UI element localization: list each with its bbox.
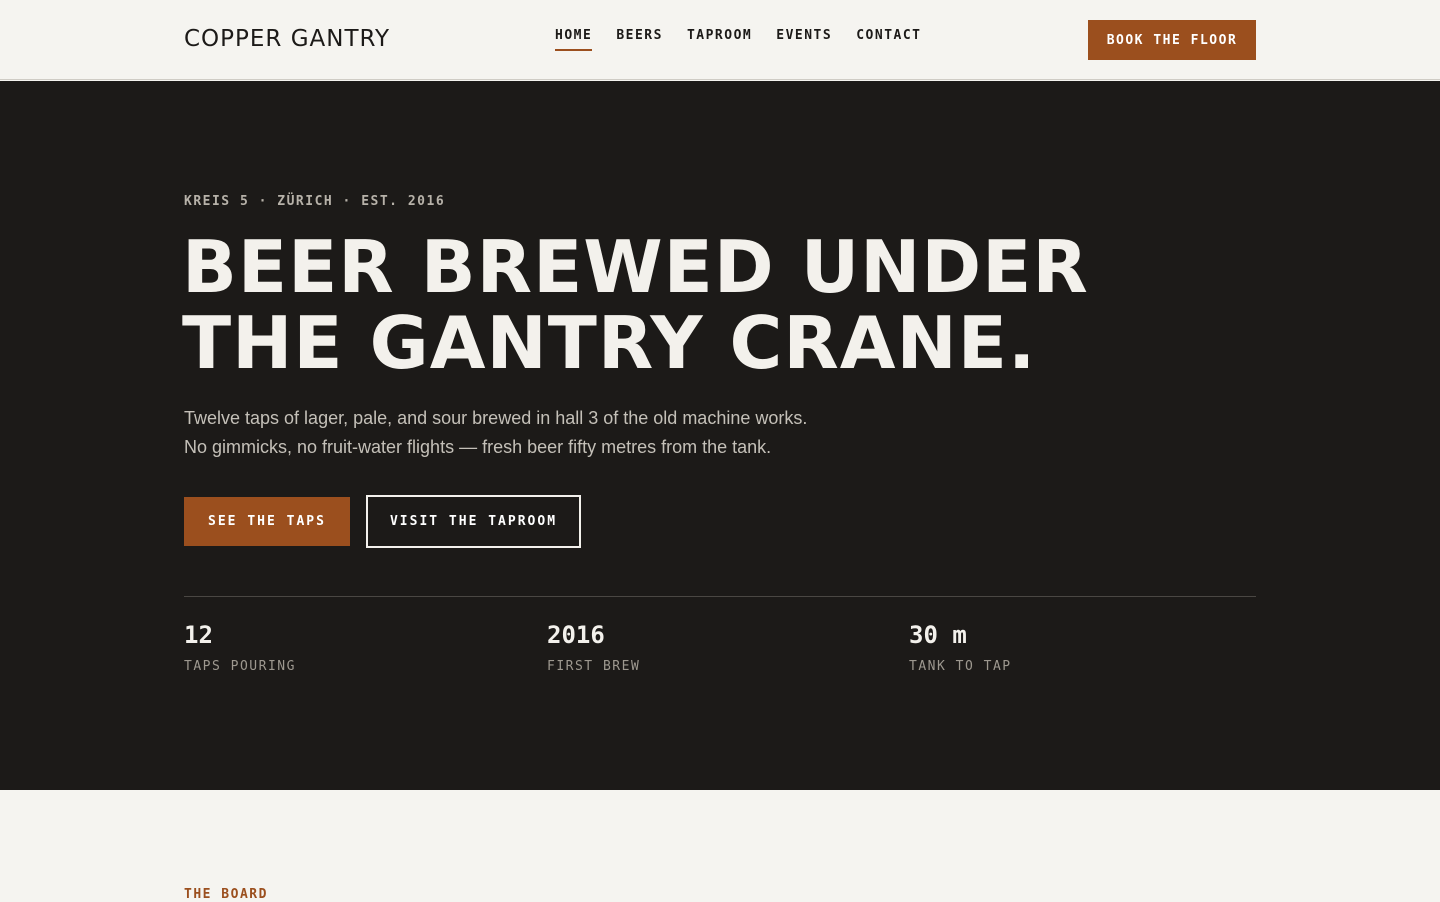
main-nav: HOME BEERS TAPROOM EVENTS CONTACT bbox=[555, 28, 922, 51]
stat-tank-to-tap: 30 m TANK TO TAP bbox=[909, 621, 1012, 674]
hero-headline-line-1: BEER BREWED UNDER bbox=[182, 225, 1089, 309]
see-the-taps-button[interactable]: SEE THE TAPS bbox=[184, 497, 350, 546]
stat-value: 30 m bbox=[909, 621, 967, 649]
site-logo[interactable]: COPPER GANTRY bbox=[184, 26, 390, 52]
nav-item-beers[interactable]: BEERS bbox=[616, 28, 663, 51]
stat-label: TAPS POURING bbox=[184, 659, 296, 674]
stat-value: 12 bbox=[184, 621, 213, 649]
stat-label: FIRST BREW bbox=[547, 659, 641, 674]
nav-item-taproom[interactable]: TAPROOM bbox=[687, 28, 752, 51]
stat-first-brew: 2016 FIRST BREW bbox=[547, 621, 640, 674]
nav-item-home[interactable]: HOME bbox=[555, 28, 593, 51]
site-header: COPPER GANTRY HOME BEERS TAPROOM EVENTS … bbox=[0, 0, 1440, 80]
hero-headline: BEER BREWED UNDER THE GANTRY CRANE. bbox=[182, 229, 1089, 381]
stat-taps-pouring: 12 TAPS POURING bbox=[184, 621, 296, 674]
nav-item-events[interactable]: EVENTS bbox=[776, 28, 832, 51]
hero-eyebrow: KREIS 5 · ZÜRICH · EST. 2016 bbox=[184, 194, 446, 209]
stat-label: TANK TO TAP bbox=[909, 659, 1012, 674]
hero-lede-line-2: No gimmicks, no fruit-water flights — fr… bbox=[184, 437, 772, 457]
stat-value: 2016 bbox=[547, 621, 605, 649]
stats-divider bbox=[184, 596, 1256, 597]
nav-item-contact[interactable]: CONTACT bbox=[856, 28, 921, 51]
book-the-floor-button[interactable]: BOOK THE FLOOR bbox=[1088, 20, 1256, 60]
hero-headline-line-2: THE GANTRY CRANE. bbox=[182, 301, 1037, 385]
hero-lede: Twelve taps of lager, pale, and sour bre… bbox=[184, 404, 807, 462]
hero-lede-line-1: Twelve taps of lager, pale, and sour bre… bbox=[184, 408, 808, 428]
visit-the-taproom-button[interactable]: VISIT THE TAPROOM bbox=[366, 495, 581, 548]
hero-section: KREIS 5 · ZÜRICH · EST. 2016 BEER BREWED… bbox=[0, 81, 1440, 790]
